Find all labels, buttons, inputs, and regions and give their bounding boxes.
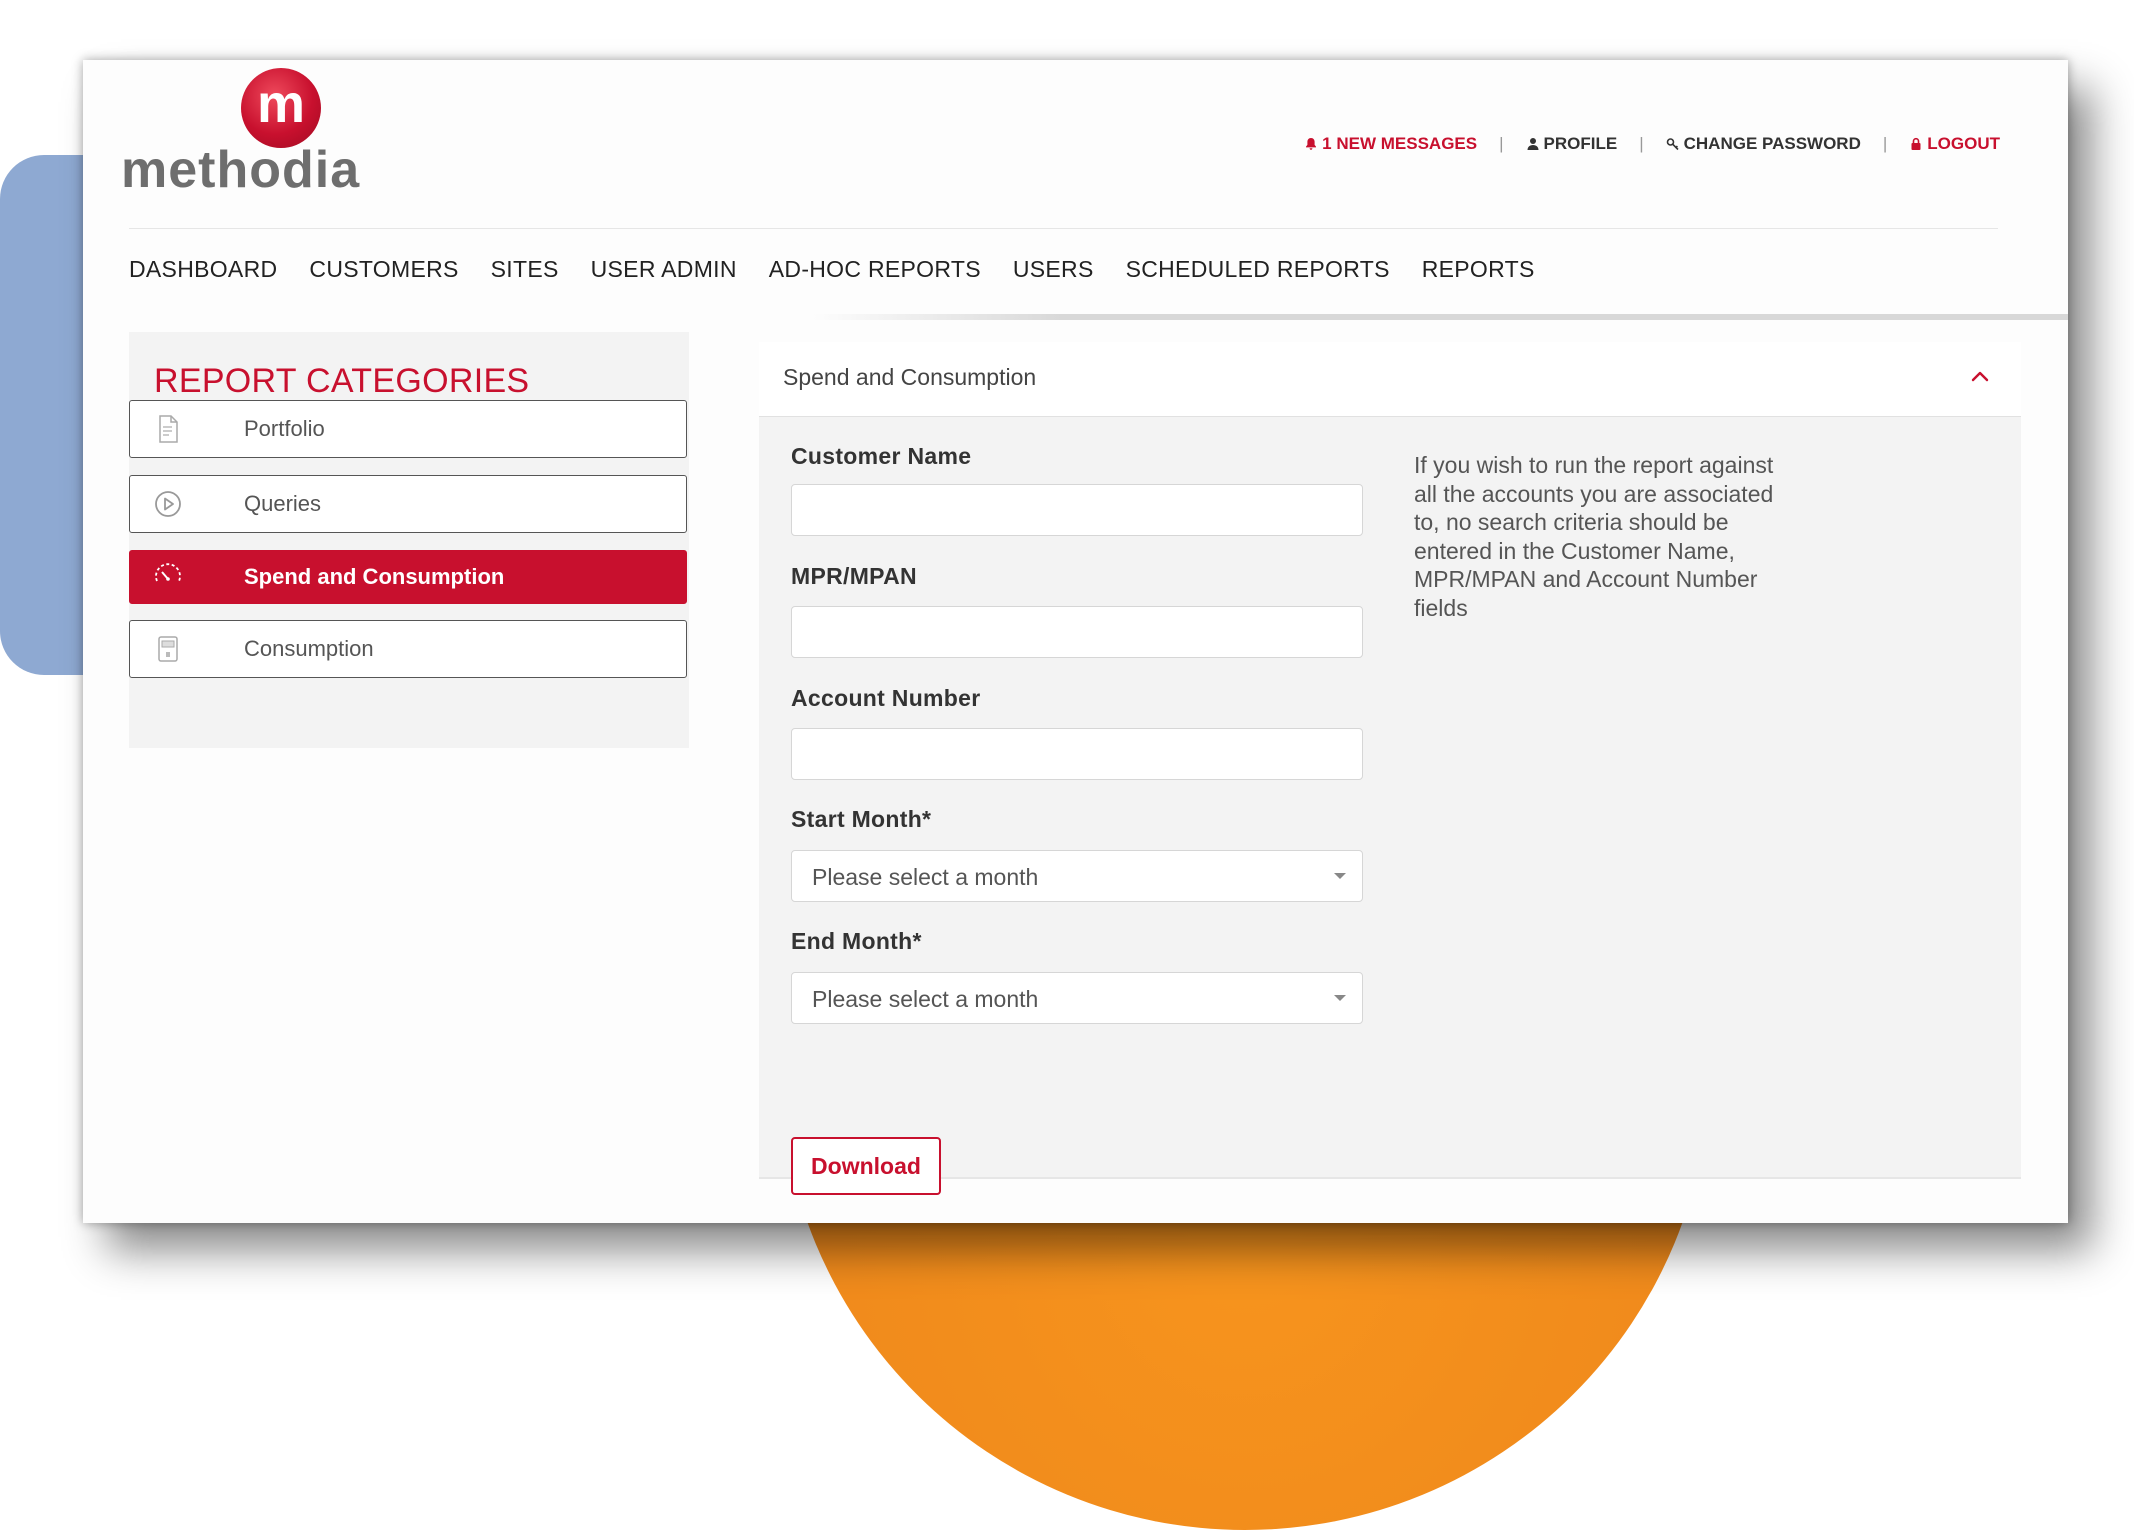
key-icon <box>1666 138 1679 151</box>
chevron-up-icon[interactable] <box>1969 366 1991 388</box>
bell-icon <box>1306 138 1317 150</box>
end-month-selected: Please select a month <box>812 986 1039 1012</box>
nav-sites[interactable]: SITES <box>491 256 559 283</box>
customer-name-input[interactable] <box>791 484 1363 536</box>
separator: | <box>1499 134 1504 153</box>
play-circle-icon <box>155 491 181 517</box>
sidebar-item-queries[interactable]: Queries <box>129 475 687 533</box>
nav-scheduled-reports[interactable]: SCHEDULED REPORTS <box>1126 256 1390 283</box>
customer-name-label: Customer Name <box>791 443 972 469</box>
nav-reports[interactable]: REPORTS <box>1422 256 1535 283</box>
sidebar-title: REPORT CATEGORIES <box>154 362 530 400</box>
top-bar: 1 NEW MESSAGES | PROFILE | CHANGE PASSWO… <box>1304 134 2000 154</box>
nav-user-admin[interactable]: USER ADMIN <box>591 256 737 283</box>
panel-title: Spend and Consumption <box>783 364 1037 390</box>
report-categories-sidebar: REPORT CATEGORIES Portfolio Queries Spen <box>129 332 689 748</box>
mpr-mpan-input[interactable] <box>791 606 1363 658</box>
help-text: If you wish to run the report against al… <box>1414 452 1774 621</box>
change-password-link[interactable]: CHANGE PASSWORD <box>1666 134 1861 154</box>
sidebar-item-label: Consumption <box>244 636 374 661</box>
logo-mark: m <box>241 68 321 148</box>
chevron-down-icon <box>1334 873 1346 879</box>
chevron-down-icon <box>1334 995 1346 1001</box>
profile-label: PROFILE <box>1543 134 1618 153</box>
logout-link[interactable]: LOGOUT <box>1909 134 2000 154</box>
logout-label: LOGOUT <box>1927 134 2000 153</box>
main-nav: DASHBOARD CUSTOMERS SITES USER ADMIN AD-… <box>129 256 1535 283</box>
mpr-mpan-label: MPR/MPAN <box>791 563 917 589</box>
sidebar-item-consumption[interactable]: Consumption <box>129 620 687 678</box>
nav-users[interactable]: USERS <box>1013 256 1094 283</box>
nav-ad-hoc-reports[interactable]: AD-HOC REPORTS <box>769 256 981 283</box>
sidebar-item-label: Queries <box>244 491 322 516</box>
nav-underline <box>813 314 2068 320</box>
separator: | <box>1882 134 1888 153</box>
account-number-label: Account Number <box>791 685 981 711</box>
profile-link[interactable]: PROFILE <box>1526 134 1618 154</box>
end-month-label: End Month* <box>791 928 922 954</box>
document-icon <box>159 415 178 443</box>
start-month-label: Start Month* <box>791 806 932 832</box>
sidebar-item-label: Spend and Consumption <box>244 564 505 589</box>
sidebar-item-spend-and-consumption[interactable]: Spend and Consumption <box>129 550 687 604</box>
panel-header[interactable]: Spend and Consumption <box>759 342 2021 417</box>
end-month-select[interactable]: Please select a month <box>791 972 1363 1024</box>
sidebar-item-portfolio[interactable]: Portfolio <box>129 400 687 458</box>
lock-icon <box>1911 137 1921 150</box>
nav-customers[interactable]: CUSTOMERS <box>309 256 458 283</box>
account-number-input[interactable] <box>791 728 1363 780</box>
header-divider <box>129 228 1998 229</box>
messages-link[interactable]: 1 NEW MESSAGES <box>1304 134 1477 154</box>
meter-icon <box>158 636 178 662</box>
sidebar-item-label: Portfolio <box>244 416 325 441</box>
start-month-select[interactable]: Please select a month <box>791 850 1363 902</box>
user-icon <box>1527 138 1539 150</box>
start-month-selected: Please select a month <box>812 864 1039 890</box>
download-button[interactable]: Download <box>791 1137 941 1195</box>
messages-label: 1 NEW MESSAGES <box>1322 134 1478 153</box>
report-panel: Spend and Consumption Customer Name MPR/… <box>759 342 2021 1223</box>
nav-dashboard[interactable]: DASHBOARD <box>129 256 277 283</box>
separator: | <box>1639 134 1644 153</box>
gauge-icon <box>155 563 181 582</box>
change-password-label: CHANGE PASSWORD <box>1683 134 1861 153</box>
app-window: m methodia 1 NEW MESSAGES | PROFILE | CH… <box>83 60 2068 1223</box>
report-form: Customer Name MPR/MPAN Account Number St… <box>759 417 2021 1195</box>
logo-wordmark: methodia <box>121 141 361 199</box>
methodia-logo[interactable]: m methodia <box>121 64 371 204</box>
